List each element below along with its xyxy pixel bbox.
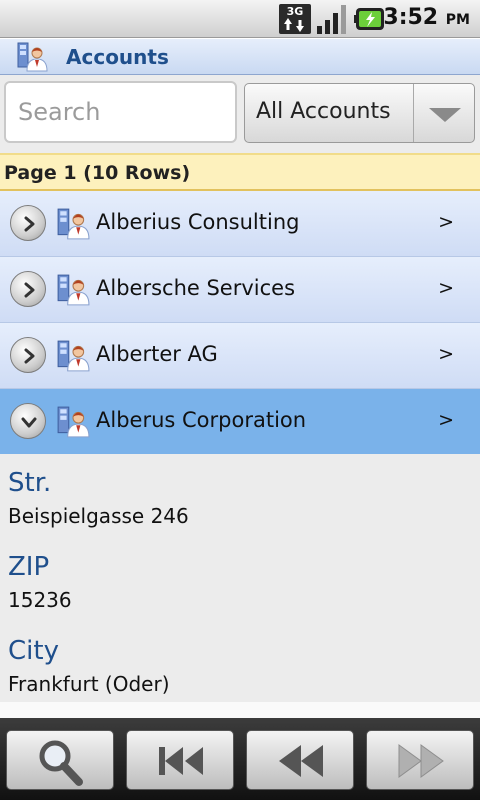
account-name: Albersche Services: [96, 276, 296, 300]
search-area: All Accounts: [0, 75, 480, 153]
detail-value-city: Frankfurt (Oder): [8, 672, 170, 696]
title-bar: Accounts: [0, 38, 480, 75]
account-filter-select[interactable]: All Accounts: [244, 83, 475, 143]
detail-label-city: City: [8, 636, 59, 666]
chevron-right-icon: [24, 216, 35, 232]
next-page-icon: [398, 744, 444, 778]
account-icon: [57, 340, 90, 372]
status-bar: 3G 3:52 PM: [0, 0, 480, 38]
account-icon: [57, 406, 90, 438]
account-name: Alberter AG: [96, 342, 218, 366]
previous-page-icon: [279, 745, 323, 777]
clock: 3:52 PM: [383, 5, 470, 30]
search-icon: [39, 740, 83, 786]
account-row[interactable]: Alberius Consulting >: [0, 191, 480, 257]
account-row[interactable]: Alberter AG >: [0, 323, 480, 389]
bottom-toolbar: [0, 718, 480, 800]
clock-time: 3:52: [383, 5, 439, 30]
collapse-button[interactable]: [10, 403, 46, 439]
chevron-down-icon[interactable]: [429, 108, 461, 122]
expand-button[interactable]: [10, 271, 46, 307]
network-3g-icon: 3G: [279, 4, 311, 34]
search-button[interactable]: [6, 730, 114, 790]
row-chevron[interactable]: >: [438, 277, 454, 299]
divider: [0, 702, 480, 718]
previous-page-button[interactable]: [246, 730, 354, 790]
detail-value-street: Beispielgasse 246: [8, 504, 189, 528]
row-chevron[interactable]: >: [438, 409, 454, 431]
account-icon: [57, 274, 90, 306]
account-row-selected[interactable]: Alberus Corporation >: [0, 389, 480, 455]
detail-value-zip: 15236: [8, 588, 72, 612]
row-chevron[interactable]: >: [438, 211, 454, 233]
page-header-label: Page 1 (10 Rows): [4, 162, 191, 184]
signal-strength-icon: [317, 5, 346, 34]
expand-button[interactable]: [10, 337, 46, 373]
account-details: Str. Beispielgasse 246 ZIP 15236 City Fr…: [0, 454, 480, 716]
clock-ampm: PM: [445, 12, 470, 28]
accounts-icon: [17, 42, 48, 72]
detail-label-street: Str.: [8, 468, 52, 498]
chevron-right-icon: [24, 282, 35, 298]
page-title: Accounts: [66, 45, 169, 69]
chevron-down-icon: [21, 417, 37, 428]
network-label: 3G: [286, 5, 304, 18]
row-chevron[interactable]: >: [438, 343, 454, 365]
account-row[interactable]: Albersche Services >: [0, 257, 480, 323]
detail-label-zip: ZIP: [8, 552, 50, 582]
account-name: Alberius Consulting: [96, 210, 300, 234]
account-icon: [57, 208, 90, 240]
chevron-right-icon: [24, 348, 35, 364]
expand-button[interactable]: [10, 205, 46, 241]
page-header: Page 1 (10 Rows): [0, 153, 480, 191]
next-page-button[interactable]: [366, 730, 474, 790]
first-page-icon: [159, 747, 203, 775]
select-divider: [413, 84, 414, 142]
search-input[interactable]: [4, 81, 237, 143]
account-filter-value: All Accounts: [256, 99, 391, 124]
account-name: Alberus Corporation: [96, 408, 307, 432]
first-page-button[interactable]: [126, 730, 234, 790]
